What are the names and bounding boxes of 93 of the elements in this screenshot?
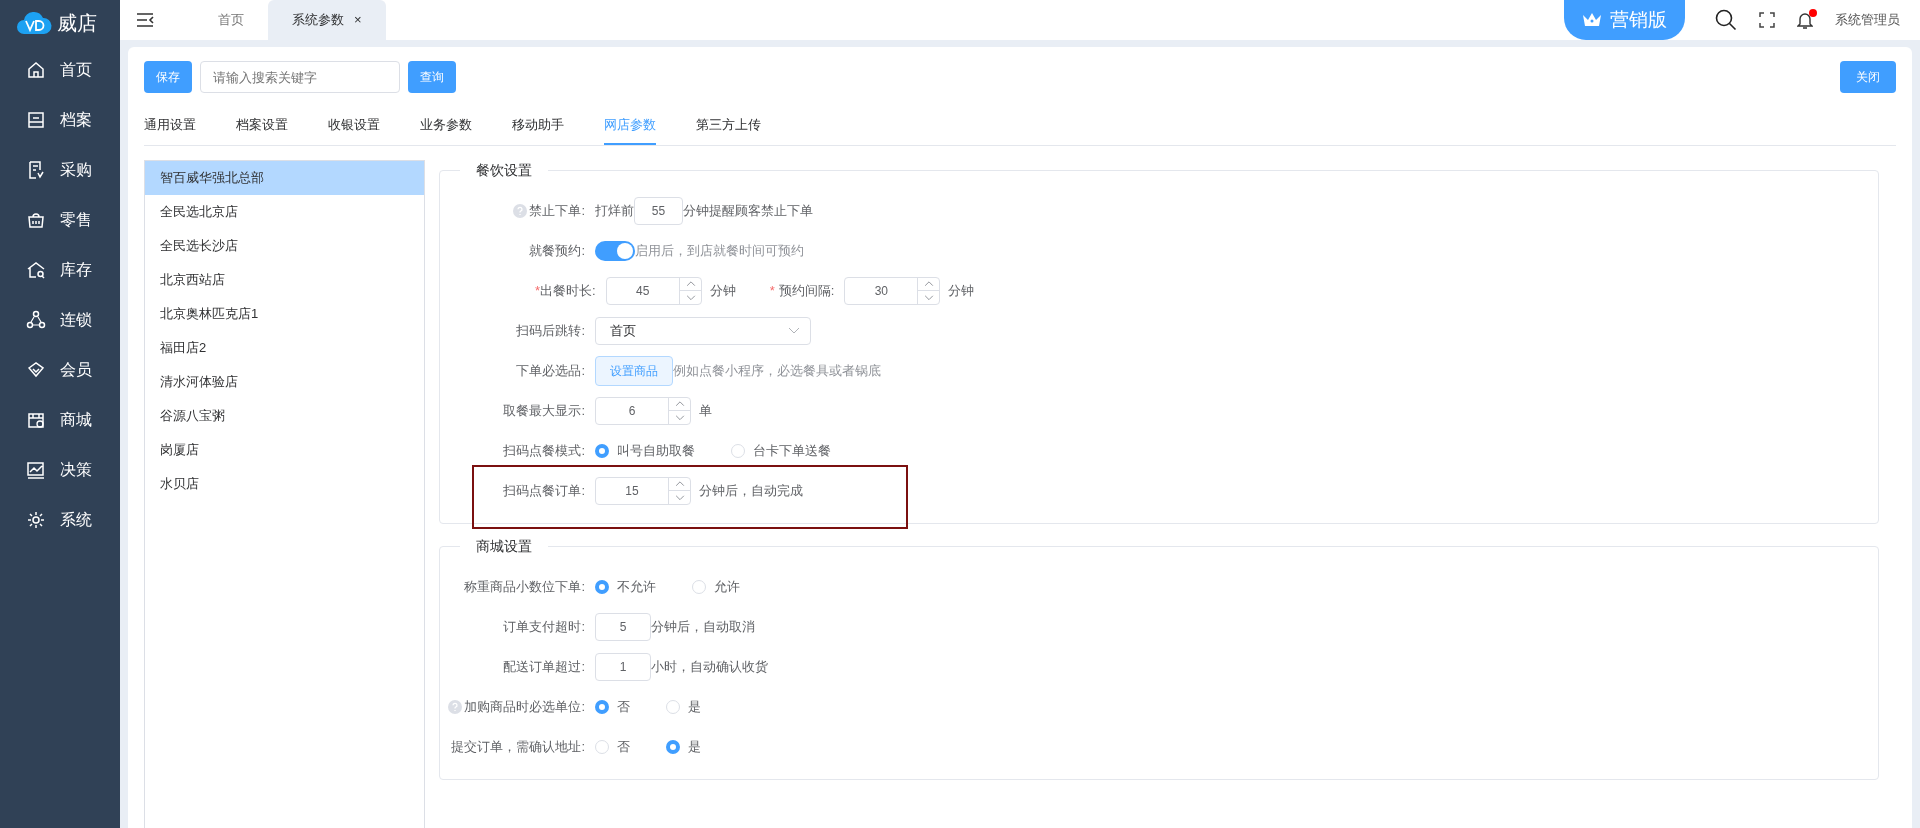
- suffix-text: 分钟后，自动取消: [651, 617, 755, 636]
- number-spinner[interactable]: 15: [595, 476, 691, 505]
- search-icon: [1715, 9, 1737, 31]
- settings-tab[interactable]: 业务参数: [420, 115, 472, 145]
- field-label: 提交订单，需确认地址:: [451, 737, 585, 756]
- field-label: 加购商品时必选单位:: [464, 697, 585, 716]
- page-tab[interactable]: 首页: [194, 0, 268, 40]
- suffix-text: 小时，自动确认收货: [651, 657, 768, 676]
- field-label: 称重商品小数位下单:: [464, 577, 585, 596]
- number-field[interactable]: 1: [595, 652, 651, 681]
- radio-option[interactable]: 否: [595, 736, 630, 757]
- toggle-switch[interactable]: [595, 240, 635, 261]
- store-item[interactable]: 岗厦店: [145, 432, 424, 467]
- radio-option[interactable]: 允许: [692, 576, 740, 597]
- required-mark: *: [769, 281, 775, 300]
- archive-icon: [26, 110, 46, 130]
- field-label: 下单必选品:: [516, 361, 585, 380]
- store-item[interactable]: 智百威华强北总部: [145, 160, 424, 195]
- field-label: 订单支付超时:: [503, 617, 585, 636]
- radio-option[interactable]: 是: [666, 696, 701, 717]
- logo-text: 威店: [57, 10, 97, 36]
- radio-option[interactable]: 叫号自助取餐: [595, 440, 695, 461]
- close-tab-button[interactable]: ×: [354, 10, 362, 30]
- store-item[interactable]: 北京西站店: [145, 262, 424, 297]
- crown-icon: [1582, 11, 1602, 29]
- store-item[interactable]: 北京奥林匹克店1: [145, 296, 424, 331]
- required-mark: *: [535, 281, 541, 300]
- cloud-logo-icon: [16, 9, 52, 36]
- home-icon: [26, 60, 46, 80]
- suffix-text: 分钟: [709, 281, 736, 300]
- sidebar-item[interactable]: 决策: [0, 445, 120, 495]
- store-item[interactable]: 水贝店: [145, 466, 424, 501]
- sidebar-item[interactable]: 采购: [0, 145, 120, 195]
- store-item[interactable]: 全民选北京店: [145, 194, 424, 229]
- settings-tab[interactable]: 档案设置: [236, 115, 288, 145]
- suffix-text: 分钟后，自动完成: [699, 481, 803, 500]
- radio-option[interactable]: 台卡下单送餐: [731, 440, 831, 461]
- sidebar-item[interactable]: 连锁: [0, 295, 120, 345]
- chevron-down-icon: [788, 326, 800, 335]
- field-label: 就餐预约:: [529, 241, 585, 260]
- suffix-text: 分钟提醒顾客禁止下单: [683, 201, 813, 220]
- user-name[interactable]: 系统管理员: [1835, 10, 1900, 30]
- store-item[interactable]: 福田店2: [145, 330, 424, 365]
- store-item[interactable]: 全民选长沙店: [145, 228, 424, 263]
- fullscreen-icon: [1759, 12, 1775, 28]
- house-search-icon: [26, 260, 46, 280]
- menu-icon: [136, 12, 154, 28]
- settings-tab[interactable]: 收银设置: [328, 115, 380, 145]
- radio-option[interactable]: 是: [666, 736, 701, 757]
- edition-badge: 营销版: [1564, 0, 1685, 40]
- number-spinner[interactable]: 45: [605, 276, 702, 305]
- field-label: 预约间隔:: [778, 281, 835, 300]
- bell-icon: [1797, 11, 1813, 29]
- sidebar-item[interactable]: 会员: [0, 345, 120, 395]
- number-field[interactable]: 5: [595, 612, 651, 641]
- field-label: 禁止下单:: [529, 201, 585, 220]
- field-label: 配送订单超过:: [503, 657, 585, 676]
- sidebar-item[interactable]: 零售: [0, 195, 120, 245]
- select-field[interactable]: 首页: [595, 316, 811, 345]
- sidebar-item[interactable]: 库存: [0, 245, 120, 295]
- number-spinner[interactable]: 30: [844, 276, 941, 305]
- document-icon: [26, 160, 46, 180]
- settings-icon: [26, 510, 46, 530]
- settings-tab[interactable]: 通用设置: [144, 115, 196, 145]
- search-field[interactable]: 请输入搜索关键字: [200, 61, 400, 93]
- diamond-icon: [26, 360, 46, 380]
- field-label: 扫码点餐模式:: [503, 441, 585, 460]
- store-item[interactable]: 清水河体验店: [145, 364, 424, 399]
- sidebar-item[interactable]: 档案: [0, 95, 120, 145]
- number-field[interactable]: 55: [634, 196, 683, 225]
- field-label: 扫码点餐订单:: [503, 481, 585, 500]
- radio-option[interactable]: 否: [595, 696, 630, 717]
- hint-text: 启用后，到店就餐时间可预约: [635, 241, 804, 260]
- suffix-text: 分钟: [948, 281, 975, 300]
- sidebar-item[interactable]: 系统: [0, 495, 120, 545]
- field-label: 取餐最大显示:: [503, 401, 585, 420]
- hint-text: 例如点餐小程序，必选餐具或者锅底: [673, 361, 881, 380]
- basket-icon: [26, 210, 46, 230]
- number-spinner[interactable]: 6: [595, 396, 691, 425]
- settings-tab[interactable]: 移动助手: [512, 115, 564, 145]
- chart-icon: [26, 460, 46, 480]
- settings-tab[interactable]: 第三方上传: [696, 115, 761, 145]
- store-icon: [26, 410, 46, 430]
- page-tab[interactable]: 系统参数 ×: [268, 0, 386, 40]
- suffix-text: 单: [699, 401, 712, 420]
- sidebar-item[interactable]: 商城: [0, 395, 120, 445]
- radio-option[interactable]: 不允许: [595, 576, 656, 597]
- prefix-text: 打烊前: [595, 201, 634, 220]
- field-label: 扫码后跳转:: [516, 321, 585, 340]
- sidebar-item[interactable]: 首页: [0, 45, 120, 95]
- field-label: 出餐时长:: [540, 281, 596, 300]
- nodes-icon: [26, 310, 46, 330]
- store-item[interactable]: 谷源八宝粥: [145, 398, 424, 433]
